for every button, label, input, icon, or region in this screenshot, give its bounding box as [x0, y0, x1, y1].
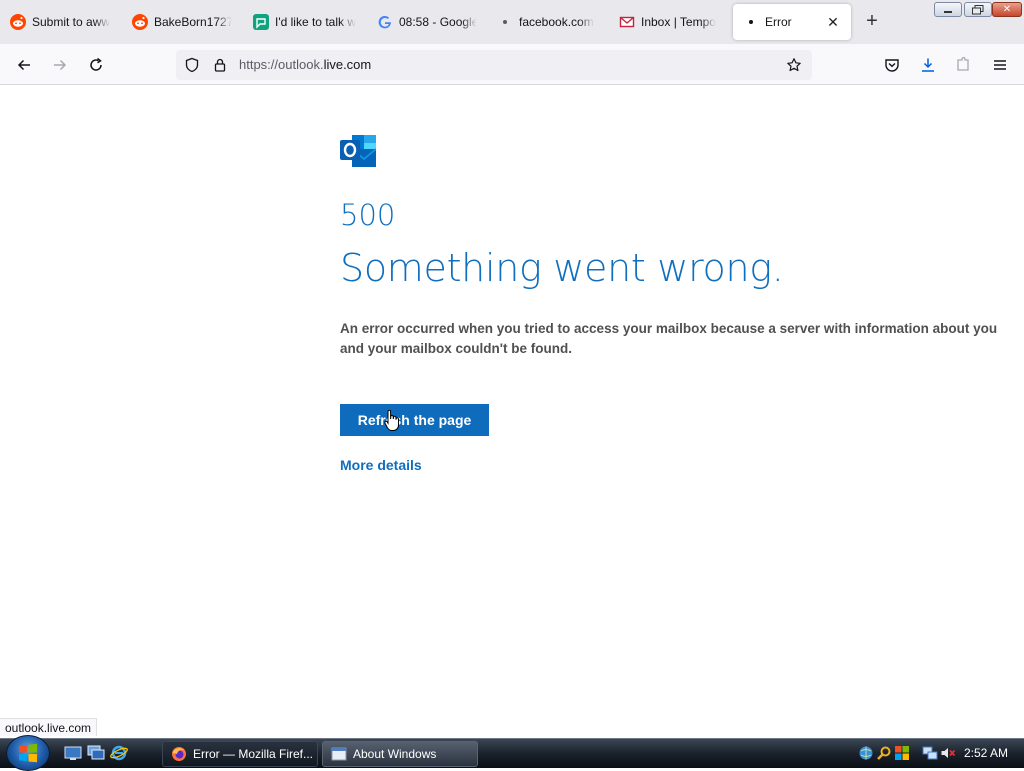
clock[interactable]: 2:52 AM	[964, 746, 1008, 760]
volume-muted-icon[interactable]	[940, 745, 956, 766]
back-button[interactable]	[12, 53, 36, 77]
tab-label: BakeBorn1727	[154, 15, 232, 29]
switch-windows-icon[interactable]	[87, 745, 105, 761]
forward-arrow-icon	[54, 59, 67, 71]
tab-facebook[interactable]: facebook.com	[497, 4, 601, 40]
error-title: Something went wrong.	[340, 246, 784, 290]
tab-inbox[interactable]: Inbox | Tempo	[619, 4, 723, 40]
reddit-icon	[132, 14, 148, 30]
url-host: live.com	[323, 57, 372, 72]
close-icon[interactable]: ✕	[825, 14, 841, 31]
firefox-icon	[171, 746, 187, 762]
taskbar-item-label: Error — Mozilla Firef...	[193, 747, 314, 761]
bookmark-star-icon[interactable]	[786, 57, 802, 78]
start-button[interactable]	[6, 735, 50, 771]
show-desktop-icon[interactable]	[64, 745, 82, 761]
outlook-logo-icon	[340, 135, 377, 167]
tab-label: 08:58 - Google	[399, 15, 477, 29]
search-icon[interactable]	[876, 745, 892, 766]
chat-icon	[253, 14, 269, 30]
tab-error[interactable]: Error ✕	[733, 4, 851, 40]
url-text[interactable]: https://outlook.live.com	[239, 57, 371, 72]
pocket-button[interactable]	[880, 53, 904, 77]
reload-button[interactable]	[84, 53, 108, 77]
page-content: 500 Something went wrong. An error occur…	[0, 85, 1024, 736]
tab-submit-to-aww[interactable]: Submit to aww	[10, 4, 122, 40]
windows-flag-icon[interactable]	[894, 745, 910, 766]
downloads-button[interactable]	[916, 53, 940, 77]
lock-icon[interactable]	[212, 57, 228, 78]
new-tab-button[interactable]: +	[862, 11, 882, 32]
download-icon	[922, 58, 934, 72]
dot-icon	[497, 14, 513, 30]
internet-explorer-icon[interactable]	[110, 745, 128, 761]
windows-logo-icon	[19, 743, 37, 763]
navigation-toolbar: https://outlook.live.com	[0, 44, 1024, 85]
hand-cursor-icon	[384, 409, 400, 432]
taskbar-item-about-windows[interactable]: About Windows	[322, 741, 478, 767]
tab-label: facebook.com	[519, 15, 594, 29]
pocket-icon	[885, 59, 899, 72]
window-icon	[331, 746, 347, 762]
tab-label: Error	[765, 15, 792, 29]
taskbar: Error — Mozilla Firef... About Windows 2…	[0, 735, 1024, 771]
more-details-link[interactable]: More details	[340, 457, 422, 473]
mail-icon	[619, 14, 635, 30]
tab-label: I'd like to talk w	[275, 15, 356, 29]
taskbar-item-label: About Windows	[353, 747, 437, 761]
restore-button[interactable]	[964, 2, 992, 17]
tab-strip: Submit to aww BakeBorn1727 I'd like to t…	[0, 0, 1024, 44]
menu-button[interactable]	[988, 53, 1012, 77]
tab-bakeborn[interactable]: BakeBorn1727	[132, 4, 232, 40]
address-bar[interactable]: https://outlook.live.com	[176, 50, 812, 80]
url-prefix: https://outlook.	[239, 57, 324, 72]
status-bar-url: outlook.live.com	[0, 718, 98, 736]
tracking-shield-icon[interactable]	[184, 57, 200, 78]
error-message: An error occurred when you tried to acce…	[340, 321, 998, 356]
back-arrow-icon	[17, 59, 30, 71]
dot-icon	[743, 14, 759, 30]
close-window-button[interactable]: ✕	[992, 2, 1022, 17]
tab-chat[interactable]: I'd like to talk w	[253, 4, 357, 40]
google-icon	[377, 14, 393, 30]
hamburger-menu-icon	[994, 60, 1006, 70]
taskbar-item-firefox[interactable]: Error — Mozilla Firef...	[162, 741, 318, 767]
minimize-button[interactable]	[934, 2, 962, 17]
reddit-icon	[10, 14, 26, 30]
tab-label: Inbox | Tempo	[641, 15, 716, 29]
network-connection-icon[interactable]	[922, 745, 938, 766]
tab-google[interactable]: 08:58 - Google	[377, 4, 477, 40]
extension-icon	[957, 57, 969, 71]
refresh-page-button[interactable]: Refresh the page	[340, 404, 489, 436]
tab-label: Submit to aww	[32, 15, 111, 29]
extensions-button[interactable]	[951, 53, 975, 77]
network-status-icon[interactable]	[858, 745, 874, 766]
reload-icon	[90, 57, 102, 71]
forward-button[interactable]	[48, 53, 72, 77]
error-code: 500	[340, 198, 396, 232]
